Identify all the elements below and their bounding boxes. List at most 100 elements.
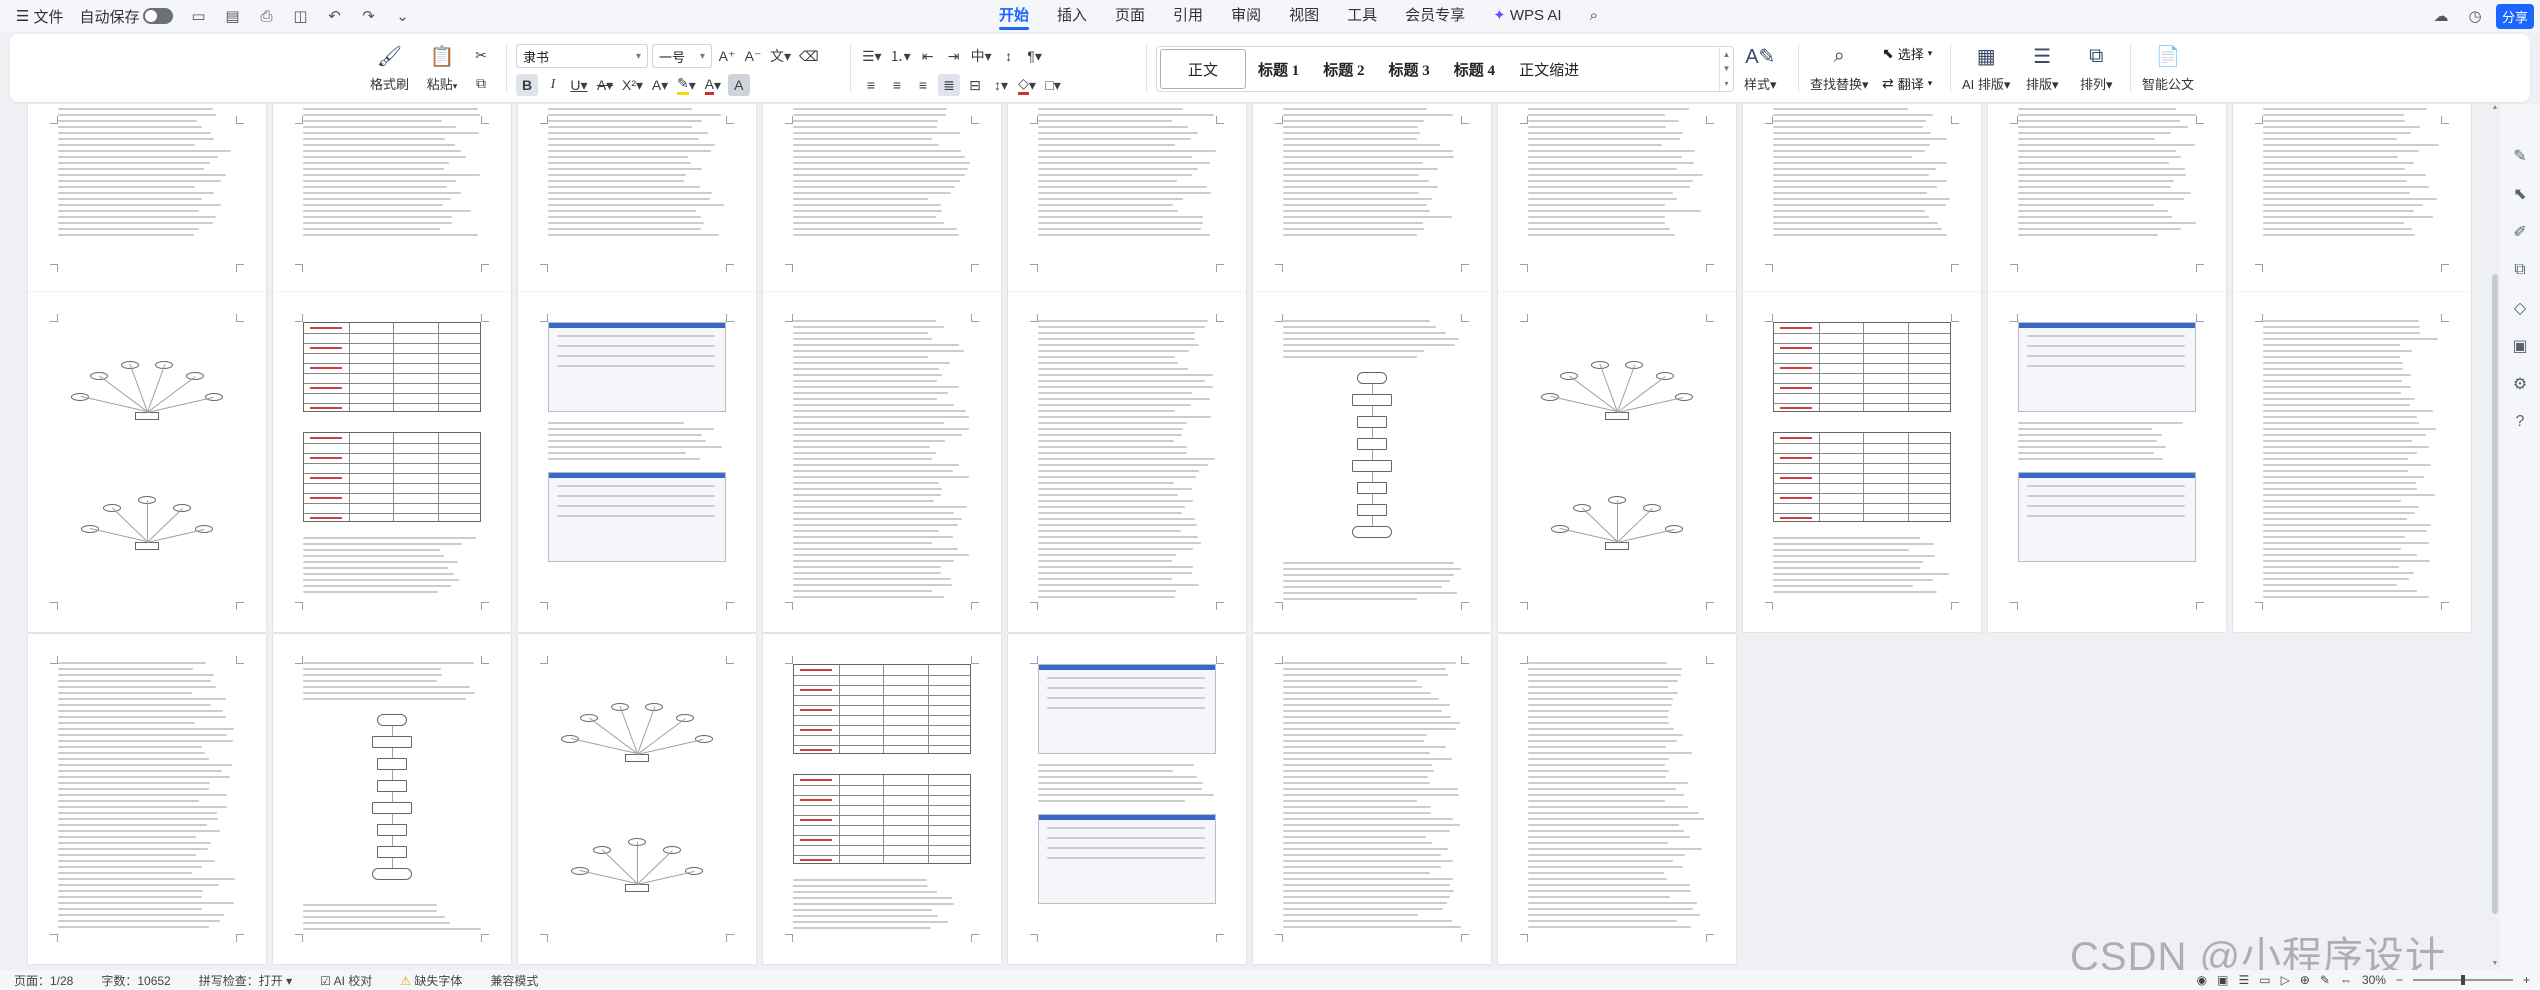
pen-icon[interactable]: ✎: [2320, 973, 2330, 987]
redo-icon[interactable]: ↷: [355, 3, 381, 29]
layout-button[interactable]: ☰ 排版▾: [2026, 40, 2059, 93]
image-icon[interactable]: ▣: [2508, 334, 2532, 358]
word-count[interactable]: 字数：10652: [87, 972, 184, 989]
align-center-icon[interactable]: ≡: [886, 74, 908, 96]
shapes-icon[interactable]: ◇: [2508, 296, 2532, 320]
line-spacing-icon[interactable]: ↕▾: [990, 74, 1012, 96]
print-preview-icon[interactable]: ◫: [287, 3, 313, 29]
grow-font-icon[interactable]: A⁺: [716, 45, 738, 67]
char-shading-icon[interactable]: A: [727, 74, 750, 96]
align-right-icon[interactable]: ≡: [912, 74, 934, 96]
tab-insert[interactable]: 插入: [1043, 0, 1101, 32]
ai-proofread[interactable]: ☑ AI 校对: [306, 972, 386, 989]
shading-icon[interactable]: ◇ ▾: [1016, 74, 1038, 96]
play-icon[interactable]: ▷: [2281, 973, 2290, 987]
tab-member[interactable]: 会员专享: [1391, 0, 1479, 32]
bold-icon[interactable]: B: [516, 74, 538, 96]
chevron-down-icon[interactable]: ▼: [1723, 64, 1731, 73]
show-marks-icon[interactable]: ¶▾: [1024, 45, 1046, 67]
page-view-icon[interactable]: ▣: [2217, 973, 2228, 987]
chevron-down-icon[interactable]: ⌄: [389, 3, 415, 29]
phonetic-guide-icon[interactable]: 文▾: [768, 45, 793, 67]
translate-button[interactable]: ⇄ 翻译 ▾: [1882, 74, 1932, 93]
font-size-select[interactable]: 一号 ▾: [652, 44, 712, 68]
eye-icon[interactable]: ◉: [2197, 973, 2207, 987]
spell-check-status[interactable]: 拼写检查：打开 ▾: [185, 972, 306, 989]
style-normal[interactable]: 正文: [1160, 49, 1246, 89]
chevron-down-icon[interactable]: ▼: [2490, 960, 2500, 970]
missing-font-warning[interactable]: ⚠ 缺失字体: [386, 972, 476, 989]
underline-icon[interactable]: U▾: [568, 74, 590, 96]
style-gallery-scroll[interactable]: ▲ ▼ ▾: [1719, 47, 1733, 91]
smart-doc-button[interactable]: 📄 智能公文: [2142, 40, 2194, 93]
sort-icon[interactable]: ↕: [998, 45, 1020, 67]
help-icon[interactable]: ?: [2508, 410, 2532, 434]
print-icon[interactable]: ⎙: [253, 3, 279, 29]
chevron-up-icon[interactable]: ▲: [1723, 50, 1731, 59]
cut-icon[interactable]: ✂: [470, 44, 492, 66]
pen-icon[interactable]: ✎: [2508, 144, 2532, 168]
pointer-icon[interactable]: ⬉: [2508, 182, 2532, 206]
history-icon[interactable]: ◷: [2462, 3, 2488, 29]
tab-wps-ai[interactable]: ✦ WPS AI: [1479, 0, 1575, 32]
page-indicator[interactable]: 页面：1/28: [0, 972, 87, 989]
pdf-export-icon[interactable]: ▤: [219, 3, 245, 29]
chevron-up-icon[interactable]: ▲: [2490, 104, 2500, 114]
file-menu[interactable]: ☰ 文件: [12, 3, 67, 29]
tab-page[interactable]: 页面: [1101, 0, 1159, 32]
web-view-icon[interactable]: ▭: [2259, 973, 2270, 987]
paste-button[interactable]: 📋 粘贴▾: [426, 40, 458, 93]
tab-tools[interactable]: 工具: [1333, 0, 1391, 32]
style-heading-4[interactable]: 标题 4: [1442, 49, 1507, 89]
style-heading-3[interactable]: 标题 3: [1377, 49, 1442, 89]
font-name-select[interactable]: 隶书 ▾: [516, 44, 648, 68]
save-icon[interactable]: ▭: [185, 3, 211, 29]
edit-icon[interactable]: ✐: [2508, 220, 2532, 244]
style-heading-1[interactable]: 标题 1: [1246, 49, 1311, 89]
ai-layout-button[interactable]: ▦ AI 排版▾: [1962, 40, 2010, 93]
strikethrough-icon[interactable]: A▾: [594, 74, 616, 96]
borders-icon[interactable]: □▾: [1042, 74, 1064, 96]
numbered-list-icon[interactable]: ⒈▾: [888, 45, 913, 67]
font-color-icon[interactable]: A ▾: [702, 74, 724, 96]
scrollbar-thumb[interactable]: [2492, 274, 2498, 914]
distribute-icon[interactable]: ⊟: [964, 74, 986, 96]
document-area[interactable]: [0, 104, 2490, 970]
text-effect-icon[interactable]: A▾: [649, 74, 671, 96]
undo-icon[interactable]: ↶: [321, 3, 347, 29]
clear-format-icon[interactable]: ⌫: [797, 45, 821, 67]
chinese-layout-icon[interactable]: 中▾: [969, 45, 994, 67]
gear-icon[interactable]: ⚙: [2508, 372, 2532, 396]
outline-view-icon[interactable]: ☰: [2238, 973, 2249, 987]
search-icon[interactable]: ⌕: [1576, 0, 1612, 32]
increase-indent-icon[interactable]: ⇥: [943, 45, 965, 67]
style-heading-2[interactable]: 标题 2: [1311, 49, 1376, 89]
expand-icon[interactable]: ▾: [1724, 79, 1728, 88]
select-button[interactable]: ⬉ 选择 ▾: [1882, 44, 1932, 63]
justify-icon[interactable]: ≣: [938, 74, 960, 96]
bullet-list-icon[interactable]: ☰▾: [860, 45, 884, 67]
share-button[interactable]: 分享: [2495, 3, 2534, 29]
zoom-slider[interactable]: [2412, 975, 2513, 985]
superscript-icon[interactable]: X²▾: [620, 74, 645, 96]
zoom-level[interactable]: 30%: [2362, 973, 2386, 987]
zoom-slider-knob[interactable]: [2460, 975, 2465, 985]
decrease-indent-icon[interactable]: ⇤: [917, 45, 939, 67]
autosave[interactable]: 自动保存: [75, 3, 177, 29]
style-normal-indent[interactable]: 正文缩进: [1507, 49, 1591, 89]
tab-review[interactable]: 审阅: [1217, 0, 1275, 32]
align-left-icon[interactable]: ≡: [860, 74, 882, 96]
fit-width-icon[interactable]: ⇔: [2340, 973, 2352, 987]
tab-references[interactable]: 引用: [1159, 0, 1217, 32]
find-replace-button[interactable]: ⌕ 查找替换▾: [1810, 40, 1869, 93]
cloud-sync-icon[interactable]: ☁: [2428, 3, 2454, 29]
tab-view[interactable]: 视图: [1275, 0, 1333, 32]
globe-icon[interactable]: ⊕: [2300, 973, 2310, 987]
format-painter-button[interactable]: 🖌 格式刷: [370, 40, 409, 93]
tab-home[interactable]: 开始: [985, 0, 1043, 32]
highlight-icon[interactable]: ✎ ▾: [675, 74, 698, 96]
zoom-in-icon[interactable]: +: [2523, 973, 2530, 987]
arrange-button[interactable]: ⧉ 排列▾: [2080, 40, 2113, 93]
autosave-toggle[interactable]: [143, 8, 174, 24]
layers-icon[interactable]: ⧉: [2508, 258, 2532, 282]
